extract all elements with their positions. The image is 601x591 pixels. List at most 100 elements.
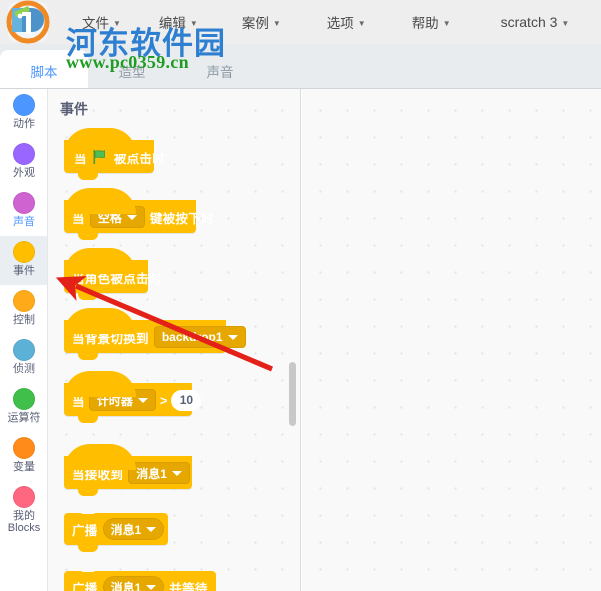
operator-symbol: > bbox=[159, 392, 168, 408]
chevron-down-icon: ▼ bbox=[561, 18, 570, 28]
block-label-suffix: 并等待 bbox=[169, 581, 208, 591]
block-top-notch bbox=[78, 565, 98, 572]
looks-category-icon bbox=[13, 143, 35, 165]
sidebar-item-sound-label: 声音 bbox=[13, 216, 35, 228]
hat-dome-fill bbox=[64, 260, 148, 266]
tab-sound-label: 声音 bbox=[206, 65, 234, 80]
hat-dome-fill bbox=[64, 200, 196, 206]
tab-script-label: 脚本 bbox=[30, 65, 58, 80]
menu-bar: 文件 ▼ 编辑 ▼ 案例 ▼ 选项 ▼ 帮助 ▼ scratch 3 ▼ bbox=[0, 0, 601, 45]
sidebar-item-variables[interactable]: 变量 bbox=[0, 432, 47, 481]
app-logo bbox=[0, 0, 62, 44]
block-when-sprite-clicked[interactable]: 当角色被点击时 bbox=[64, 248, 161, 300]
motion-category-icon bbox=[13, 94, 35, 116]
menu-item-case[interactable]: 案例 ▼ bbox=[230, 0, 293, 44]
chevron-down-icon bbox=[126, 214, 137, 220]
operators-category-icon bbox=[13, 388, 35, 410]
my-blocks-category-icon bbox=[13, 486, 35, 508]
chevron-down-icon bbox=[146, 584, 157, 590]
menu-items: 文件 ▼ 编辑 ▼ 案例 ▼ 选项 ▼ 帮助 ▼ scratch 3 ▼ bbox=[62, 0, 581, 44]
tab-costume-label: 造型 bbox=[118, 65, 146, 80]
sidebar-item-events[interactable]: 事件 bbox=[0, 236, 47, 285]
tab-costume[interactable]: 造型 bbox=[88, 50, 176, 88]
scratch-editor-window: 文件 ▼ 编辑 ▼ 案例 ▼ 选项 ▼ 帮助 ▼ scratch 3 ▼ 脚本 … bbox=[0, 0, 601, 591]
events-category-icon bbox=[13, 241, 35, 263]
broadcast-message-dropdown[interactable]: 消息1 bbox=[102, 518, 165, 540]
block-bottom-notch bbox=[78, 415, 98, 423]
chevron-down-icon: ▼ bbox=[189, 18, 198, 28]
tab-bar: 脚本 造型 声音 bbox=[0, 44, 601, 89]
chevron-down-icon: ▼ bbox=[113, 18, 121, 28]
palette-scrollbar-thumb[interactable] bbox=[289, 362, 296, 426]
sidebar-item-sound[interactable]: 声音 bbox=[0, 187, 47, 236]
backdrop-dropdown[interactable]: backdrop1 bbox=[153, 326, 246, 348]
sidebar-item-my-blocks[interactable]: 我的 Blocks bbox=[0, 481, 47, 539]
block-when-greater-than[interactable]: 当 计时器 > 10 bbox=[64, 371, 202, 423]
menu-item-help-label: 帮助 bbox=[411, 16, 439, 31]
block-bottom-notch bbox=[78, 172, 98, 180]
menu-item-options[interactable]: 选项 ▼ bbox=[315, 0, 378, 44]
message-dropdown-value: 消息1 bbox=[136, 466, 167, 481]
sidebar-item-looks[interactable]: 外观 bbox=[0, 138, 47, 187]
block-palette[interactable]: 事件 当 被点击时 当 空格 键被按下时 当角色被点击时 当背景切换到 back… bbox=[48, 89, 301, 591]
chevron-down-icon bbox=[171, 470, 182, 476]
menu-item-options-label: 选项 bbox=[326, 16, 354, 31]
block-bottom-notch bbox=[78, 352, 98, 360]
canvas-dot-grid bbox=[302, 89, 601, 591]
sidebar-item-control-label: 控制 bbox=[13, 314, 35, 326]
broadcast-wait-message-value: 消息1 bbox=[110, 580, 142, 591]
sidebar-item-motion-label: 动作 bbox=[13, 118, 35, 130]
block-bottom-notch bbox=[78, 232, 98, 240]
block-when-i-receive[interactable]: 当接收到 消息1 bbox=[64, 444, 192, 496]
category-sidebar: 动作 外观 声音 事件 控制 侦测 运算符 变量 我的 Blocks bbox=[0, 89, 48, 591]
block-broadcast[interactable]: 广播 消息1 bbox=[64, 507, 168, 552]
sidebar-item-looks-label: 外观 bbox=[13, 167, 35, 179]
sidebar-item-events-label: 事件 bbox=[13, 265, 35, 277]
threshold-input[interactable]: 10 bbox=[171, 389, 202, 411]
message-dropdown[interactable]: 消息1 bbox=[128, 462, 190, 484]
chevron-down-icon: ▼ bbox=[357, 18, 366, 28]
tab-sound[interactable]: 声音 bbox=[176, 50, 264, 88]
sidebar-item-variables-label: 变量 bbox=[13, 461, 35, 473]
control-category-icon bbox=[13, 290, 35, 312]
block-when-flag-clicked[interactable]: 当 被点击时 bbox=[64, 128, 165, 180]
sidebar-item-sensing[interactable]: 侦测 bbox=[0, 334, 47, 383]
chevron-down-icon bbox=[146, 526, 157, 532]
sidebar-item-control[interactable]: 控制 bbox=[0, 285, 47, 334]
sidebar-item-operators-label: 运算符 bbox=[7, 412, 41, 424]
menu-item-help[interactable]: 帮助 ▼ bbox=[400, 0, 463, 44]
variables-category-icon bbox=[13, 437, 35, 459]
tab-script[interactable]: 脚本 bbox=[0, 50, 88, 88]
block-label-suffix: 键被按下时 bbox=[149, 211, 214, 226]
broadcast-message-value: 消息1 bbox=[110, 522, 142, 537]
palette-blocks: 当 被点击时 当 空格 键被按下时 当角色被点击时 当背景切换到 backdro… bbox=[48, 89, 300, 591]
sidebar-item-sensing-label: 侦测 bbox=[13, 363, 35, 375]
hat-dome-fill bbox=[64, 383, 192, 389]
backdrop-dropdown-value: backdrop1 bbox=[161, 330, 223, 344]
sidebar-item-my-blocks-label-line1: 我的 bbox=[13, 510, 35, 522]
chevron-down-icon bbox=[137, 397, 148, 403]
chevron-down-icon: ▼ bbox=[442, 18, 451, 28]
menu-item-scratch3[interactable]: scratch 3 ▼ bbox=[489, 0, 582, 44]
menu-item-edit-label: 编辑 bbox=[158, 16, 186, 31]
sensing-category-icon bbox=[13, 339, 35, 361]
block-bottom-notch bbox=[78, 488, 98, 496]
menu-item-file-label: 文件 bbox=[82, 16, 109, 31]
menu-item-file[interactable]: 文件 ▼ bbox=[70, 0, 133, 44]
block-label-prefix: 广播 bbox=[72, 523, 98, 538]
block-top-notch bbox=[78, 507, 98, 514]
block-when-backdrop-switches[interactable]: 当背景切换到 backdrop1 bbox=[64, 308, 246, 360]
block-broadcast-and-wait[interactable]: 广播 消息1 并等待 bbox=[64, 565, 216, 591]
block-label-prefix: 广播 bbox=[72, 581, 98, 591]
menu-item-edit[interactable]: 编辑 ▼ bbox=[147, 0, 210, 44]
sidebar-item-motion[interactable]: 动作 bbox=[0, 89, 47, 138]
app-logo-icon bbox=[6, 0, 50, 44]
green-flag-icon bbox=[93, 150, 108, 164]
menu-item-scratch3-label: scratch 3 bbox=[500, 14, 558, 30]
sidebar-item-operators[interactable]: 运算符 bbox=[0, 383, 47, 432]
hat-dome-fill bbox=[64, 456, 192, 462]
menu-item-case-label: 案例 bbox=[241, 16, 269, 31]
code-canvas[interactable] bbox=[302, 89, 601, 591]
block-when-key-pressed[interactable]: 当 空格 键被按下时 bbox=[64, 188, 214, 240]
broadcast-wait-message-dropdown[interactable]: 消息1 bbox=[102, 576, 165, 591]
